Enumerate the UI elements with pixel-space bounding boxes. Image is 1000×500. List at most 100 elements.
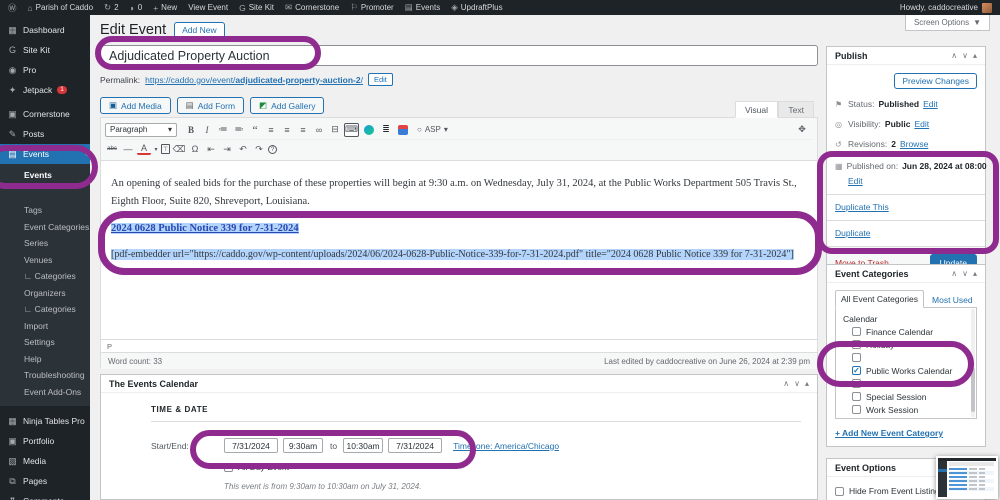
sidebar-item-comments[interactable]: ❞ Comments — [0, 491, 90, 500]
order-up-icon[interactable]: ∧ — [783, 379, 789, 388]
sidebar-submenu-item[interactable]: ∟ Categories — [0, 268, 90, 285]
view-event-menu[interactable]: View Event — [188, 3, 228, 12]
order-down-icon[interactable]: ∨ — [962, 269, 968, 278]
order-up-icon[interactable]: ∧ — [951, 269, 957, 278]
end-time-input[interactable] — [343, 438, 383, 453]
pdf-notice-link[interactable]: 2024 0628 Public Notice 339 for 7-31-202… — [111, 223, 299, 234]
order-down-icon[interactable]: ∨ — [794, 379, 800, 388]
admin-bar-account[interactable]: Howdy, caddocreative — [900, 3, 992, 13]
event-title-input[interactable] — [100, 45, 818, 66]
updates-menu[interactable]: ↻ 2 — [104, 2, 119, 13]
numbered-list-icon[interactable]: ≕ — [232, 123, 246, 137]
chevron-down-icon[interactable]: ▾ — [153, 142, 159, 156]
toolbar-toggle-icon[interactable]: ⌨ — [344, 123, 359, 137]
fullscreen-icon[interactable]: ✥ — [795, 123, 809, 137]
scrollbar-thumb[interactable] — [971, 368, 975, 412]
table-plugin-icon[interactable] — [398, 125, 408, 135]
sidebar-submenu-item[interactable]: Troubleshooting — [0, 367, 90, 384]
align-right-icon[interactable]: ≡ — [296, 123, 310, 137]
sidebar-submenu-item[interactable]: Event Categories — [0, 219, 90, 236]
sidebar-submenu-item[interactable]: Tags — [0, 202, 90, 219]
cornerstone-menu[interactable]: ✉ Cornerstone — [285, 2, 339, 13]
collapse-icon[interactable]: ▴ — [973, 269, 977, 278]
bold-icon[interactable]: B — [184, 123, 198, 137]
permalink-edit-button[interactable]: Edit — [368, 73, 393, 86]
order-down-icon[interactable]: ∨ — [962, 51, 968, 60]
category-checkbox[interactable] — [852, 366, 861, 375]
align-center-icon[interactable]: ≡ — [280, 123, 294, 137]
sidebar-item-cornerstone[interactable]: ▣ Cornerstone — [0, 104, 90, 124]
preview-changes-button[interactable]: Preview Changes — [894, 73, 977, 89]
blockquote-icon[interactable]: “ — [248, 123, 262, 137]
sidebar-item-events[interactable]: ▤ Events — [0, 144, 90, 164]
sidebar-submenu-item[interactable]: Event Add-Ons — [0, 384, 90, 401]
editor-element-path[interactable]: P — [101, 339, 817, 352]
paste-as-text-icon[interactable]: ⊤ — [161, 144, 170, 154]
screen-options-button[interactable]: Screen Options ▼ — [905, 15, 990, 31]
horizontal-rule-icon[interactable]: — — [121, 142, 135, 156]
end-date-input[interactable] — [388, 438, 442, 453]
start-time-input[interactable] — [283, 438, 323, 453]
sidebar-item-posts[interactable]: ✎ Posts — [0, 124, 90, 144]
category-checkbox[interactable] — [852, 379, 861, 388]
category-checkbox[interactable] — [852, 405, 861, 414]
duplicate-link[interactable]: Duplicate — [835, 228, 870, 238]
bullet-list-icon[interactable]: ≔ — [216, 123, 230, 137]
undo-icon[interactable]: ↶ — [236, 142, 250, 156]
paragraph-select[interactable]: Paragraph ▾ — [105, 123, 177, 137]
align-left-icon[interactable]: ≡ — [264, 123, 278, 137]
collapse-icon[interactable]: ▴ — [805, 379, 809, 388]
tab-all-categories[interactable]: All Event Categories — [835, 290, 924, 308]
sidebar-item-pages[interactable]: ⧉ Pages — [0, 471, 90, 491]
add-new-button[interactable]: Add New — [174, 22, 225, 38]
clear-formatting-icon[interactable]: ⌫ — [172, 142, 186, 156]
collapse-icon[interactable]: ▴ — [973, 51, 977, 60]
sidebar-submenu-item[interactable]: Events — [0, 168, 90, 182]
order-up-icon[interactable]: ∧ — [951, 51, 957, 60]
category-checkbox[interactable] — [852, 392, 861, 401]
category-checkbox[interactable] — [852, 327, 861, 336]
sidebar-item-site-kit[interactable]: G Site Kit — [0, 40, 90, 60]
outdent-icon[interactable]: ⇤ — [204, 142, 218, 156]
more-tag-icon[interactable]: ⊟ — [328, 123, 342, 137]
hide-from-listings-checkbox[interactable] — [835, 487, 844, 496]
category-checkbox[interactable] — [852, 340, 861, 349]
sidebar-submenu-item[interactable]: ∟ Categories — [0, 301, 90, 318]
promoter-menu[interactable]: ⚐ Promoter — [350, 2, 394, 13]
tab-most-used[interactable]: Most Used — [932, 292, 973, 308]
revisions-browse-link[interactable]: Browse — [900, 139, 928, 149]
sidebar-item-portfolio[interactable]: ▣ Portfolio — [0, 431, 90, 451]
start-date-input[interactable] — [224, 438, 278, 453]
scrollbar[interactable] — [971, 309, 975, 417]
updraftplus-menu[interactable]: ◈ UpdraftPlus — [451, 2, 502, 13]
strikethrough-icon[interactable]: abc — [105, 142, 119, 156]
sidebar-submenu-item[interactable]: Help — [0, 351, 90, 368]
new-menu[interactable]: + New — [153, 3, 177, 13]
site-kit-menu[interactable]: G Site Kit — [239, 3, 274, 13]
sidebar-submenu-item[interactable]: Organizers — [0, 285, 90, 302]
published-edit-link[interactable]: Edit — [848, 176, 863, 186]
sidebar-item-ninja-tables-pro[interactable]: ▦ Ninja Tables Pro — [0, 411, 90, 431]
duplicate-this-link[interactable]: Duplicate This — [835, 202, 889, 212]
editor-content[interactable]: An opening of sealed bids for the purcha… — [101, 161, 817, 339]
sidebar-item-jetpack[interactable]: ✦ Jetpack 1 — [0, 80, 90, 100]
help-icon[interactable]: ? — [268, 145, 277, 154]
sidebar-submenu-item[interactable]: Series — [0, 235, 90, 252]
site-name-menu[interactable]: ⌂ Parish of Caddo — [28, 3, 94, 13]
events-menu[interactable]: ▤ Events — [405, 2, 441, 13]
sidebar-submenu-item[interactable]: Import — [0, 318, 90, 335]
indent-icon[interactable]: ⇥ — [220, 142, 234, 156]
timezone-link[interactable]: Timezone: America/Chicago — [453, 441, 559, 451]
asp-plugin-button[interactable]: ○ ASP ▾ — [417, 125, 448, 134]
visibility-edit-link[interactable]: Edit — [914, 119, 929, 129]
sidebar-item-pro[interactable]: ◉ Pro — [0, 60, 90, 80]
tab-visual[interactable]: Visual — [735, 101, 778, 118]
sidebar-submenu-item[interactable]: Settings — [0, 334, 90, 351]
category-checkbox[interactable] — [852, 353, 861, 362]
redo-icon[interactable]: ↷ — [252, 142, 266, 156]
layers-icon[interactable]: ≣ — [379, 123, 393, 137]
special-character-icon[interactable]: Ω — [188, 142, 202, 156]
sidebar-item-media[interactable]: ▧ Media — [0, 451, 90, 471]
link-icon[interactable]: ∞ — [312, 123, 326, 137]
forminator-icon[interactable] — [364, 125, 374, 135]
